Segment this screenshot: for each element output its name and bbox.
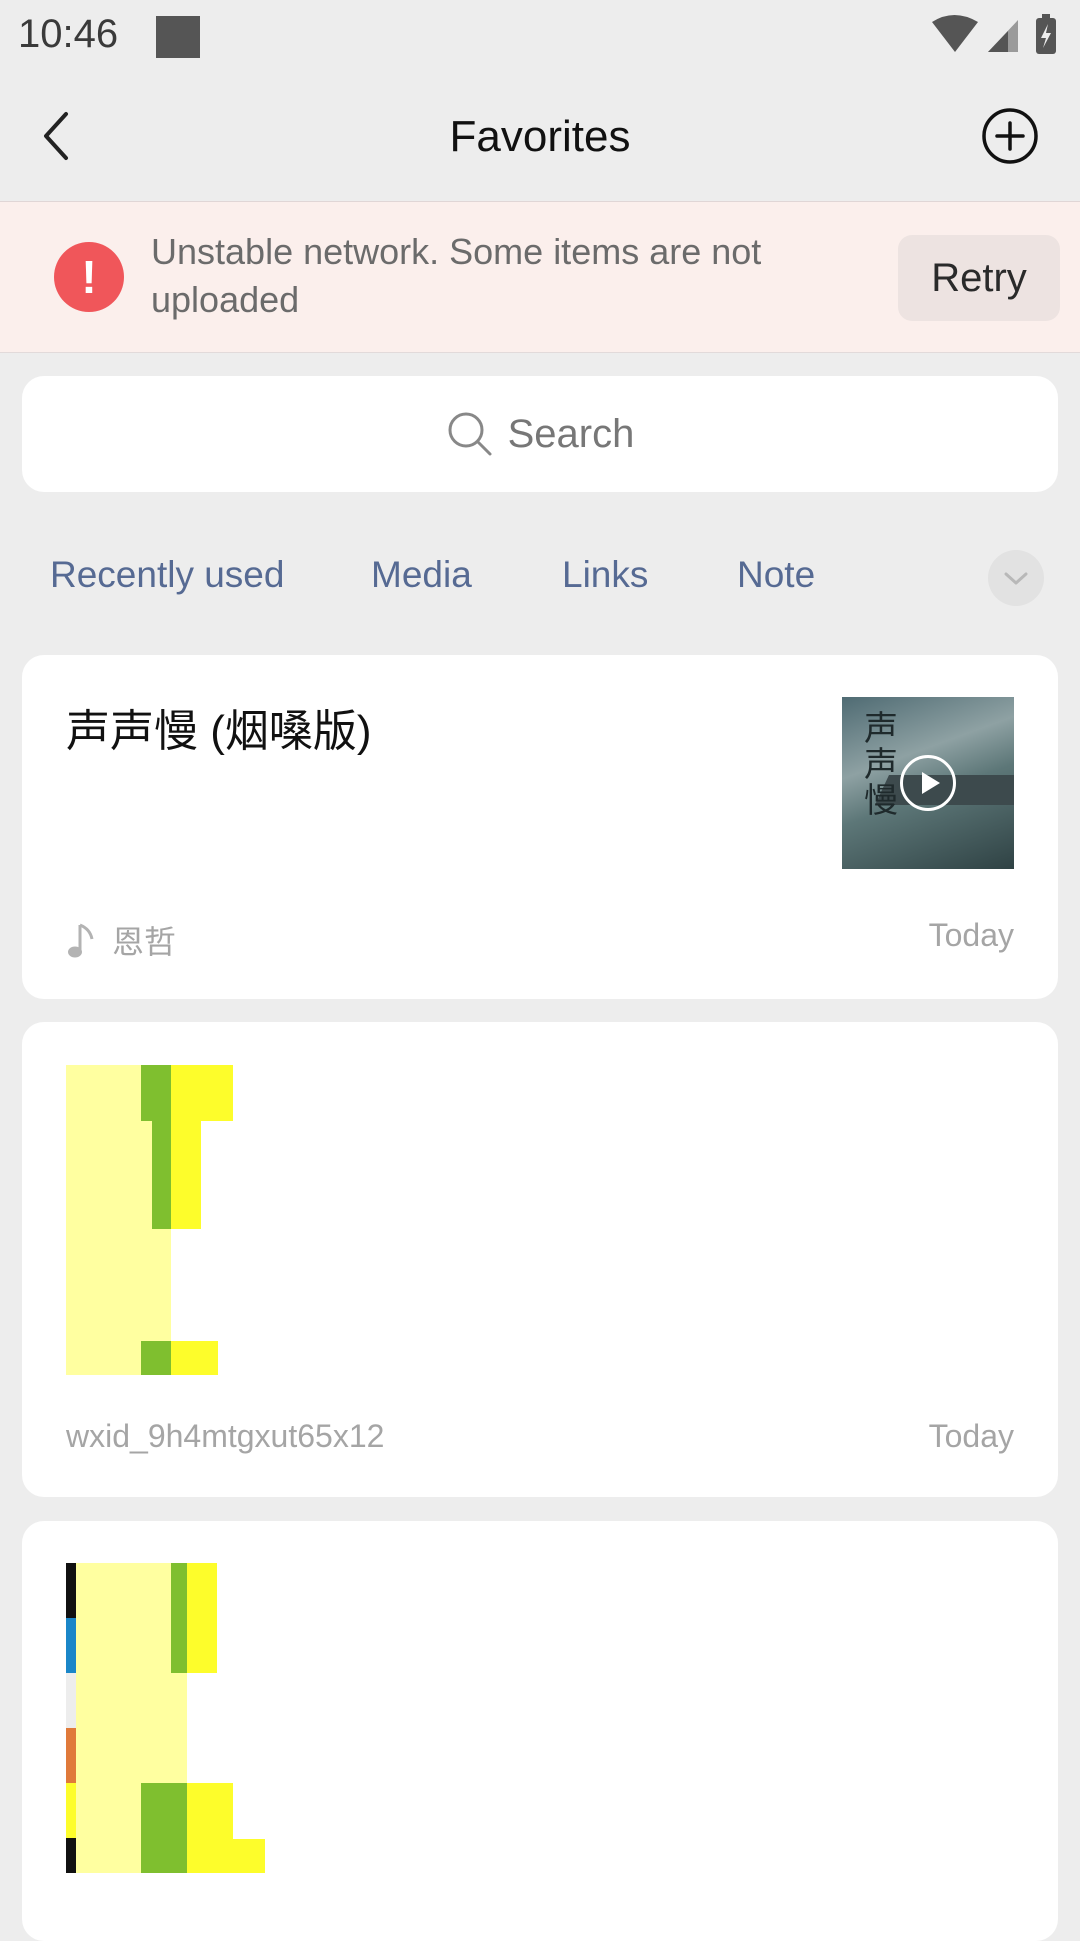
network-warning-banner: ! Unstable network. Some items are not u…: [0, 202, 1080, 353]
tab-note[interactable]: Note: [737, 554, 815, 596]
add-button[interactable]: [980, 106, 1040, 166]
wifi-icon: [932, 15, 978, 52]
plus-circle-icon: [982, 108, 1038, 164]
status-icons: [932, 14, 1062, 58]
item-date: Today: [928, 1418, 1014, 1454]
tab-media[interactable]: Media: [371, 554, 472, 596]
category-tabs: Recently used Media Links Note: [0, 540, 1080, 610]
item-artist-row: 恩哲: [66, 917, 176, 963]
favorite-item-music[interactable]: 声声慢 (烟嗓版) 声声慢 恩哲 Today: [22, 655, 1058, 999]
signal-icon: [988, 20, 1018, 52]
search-bar[interactable]: Search: [22, 376, 1058, 492]
album-thumbnail[interactable]: 声声慢: [842, 697, 1014, 869]
status-time: 10:46: [18, 12, 119, 56]
app-bar: Favorites: [0, 76, 1080, 202]
battery-icon: [1036, 14, 1056, 54]
favorite-item-image[interactable]: [22, 1521, 1058, 1941]
thumbnail-caption: 声声慢: [864, 709, 898, 821]
search-placeholder: Search: [507, 411, 635, 456]
item-title: 声声慢 (烟嗓版): [66, 707, 372, 756]
item-date: Today: [928, 917, 1014, 953]
item-source: wxid_9h4mtgxut65x12: [66, 1418, 385, 1454]
retry-button[interactable]: Retry: [898, 235, 1060, 321]
banner-message: Unstable network. Some items are not upl…: [151, 231, 762, 320]
chevron-down-icon: [1004, 572, 1028, 585]
music-note-icon: [68, 923, 94, 958]
favorite-item-image[interactable]: wxid_9h4mtgxut65x12 Today: [22, 1022, 1058, 1497]
page-title: Favorites: [449, 112, 631, 161]
play-icon: [900, 755, 956, 811]
tab-links[interactable]: Links: [562, 554, 648, 596]
image-thumbnail[interactable]: [66, 1563, 266, 1873]
expand-tabs-button[interactable]: [988, 550, 1044, 606]
image-thumbnail[interactable]: [66, 1065, 236, 1375]
item-artist: 恩哲: [112, 924, 177, 960]
alert-icon: !: [54, 242, 124, 312]
status-bar: 10:46: [0, 0, 1080, 76]
tab-recently-used[interactable]: Recently used: [50, 554, 284, 596]
notification-icon: [156, 16, 200, 58]
search-icon: [448, 412, 492, 456]
